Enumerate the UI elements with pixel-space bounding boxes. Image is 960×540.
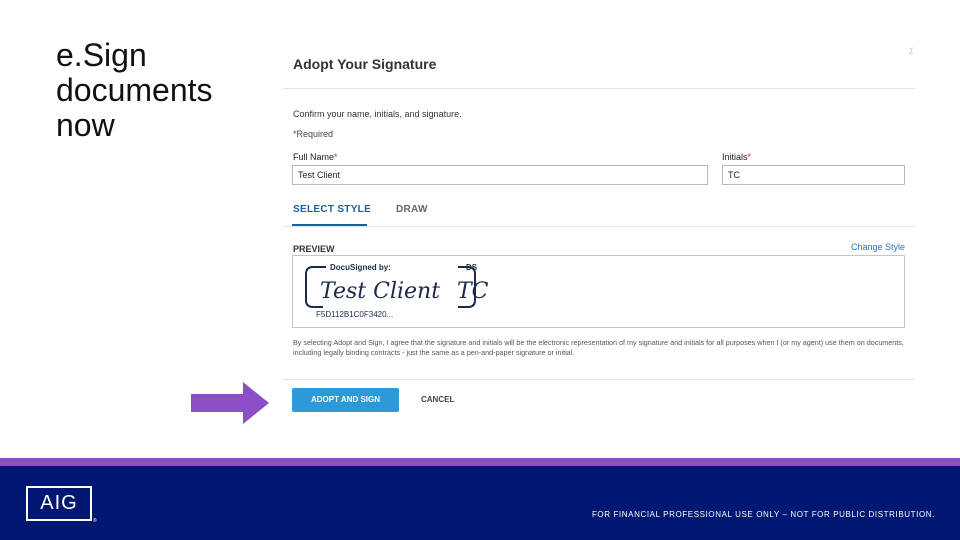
initials-tag: DS (466, 263, 478, 272)
full-name-input[interactable] (292, 165, 708, 185)
initials-input[interactable] (722, 165, 905, 185)
tabs-divider (283, 226, 915, 227)
initials-signature-text: TC (457, 279, 489, 304)
footer-band: AIG ® FOR FINANCIAL PROFESSIONAL USE ONL… (0, 466, 960, 540)
divider (283, 88, 915, 89)
accent-bar (0, 458, 960, 466)
initials-label-text: Initials (722, 152, 748, 162)
signature-preview-graphic: DocuSigned by: Test Client F5D112B1C0F34… (305, 263, 489, 319)
aig-logo: AIG (26, 486, 92, 521)
registered-mark: ® (93, 518, 97, 524)
cancel-button[interactable]: CANCEL (421, 388, 454, 412)
close-icon[interactable]: ⁒ (909, 46, 913, 57)
full-name-label-text: Full Name (293, 152, 335, 162)
required-label: Required (296, 129, 334, 139)
slide-title: e.Sign documents now (56, 37, 213, 143)
envelope-id: F5D112B1C0F3420... (316, 310, 393, 319)
confirm-instruction: Confirm your name, initials, and signatu… (293, 109, 462, 119)
initials-label: Initials* (722, 152, 751, 162)
footer-divider (283, 379, 915, 380)
full-name-label: Full Name* (293, 152, 338, 162)
arrow-right-icon (191, 382, 269, 424)
docusigned-by-label: DocuSigned by: (330, 263, 391, 272)
tab-select-style[interactable]: SELECT STYLE (293, 204, 371, 215)
signature-text: Test Client (320, 279, 440, 304)
adopt-and-sign-button[interactable]: ADOPT AND SIGN (292, 388, 399, 412)
required-note: *Required (293, 129, 333, 139)
change-style-link[interactable]: Change Style (851, 242, 905, 252)
signature-preview: DocuSigned by: Test Client F5D112B1C0F34… (292, 255, 905, 328)
required-star: * (334, 152, 338, 162)
preview-label: PREVIEW (293, 244, 335, 254)
distribution-disclaimer: FOR FINANCIAL PROFESSIONAL USE ONLY – NO… (591, 510, 935, 519)
dialog-title: Adopt Your Signature (293, 56, 437, 72)
legal-disclosure: By selecting Adopt and Sign, I agree tha… (293, 338, 904, 357)
required-star: * (747, 152, 752, 162)
adopt-signature-dialog: Adopt Your Signature ⁒ Confirm your name… (283, 44, 915, 422)
tab-draw[interactable]: DRAW (396, 204, 428, 215)
